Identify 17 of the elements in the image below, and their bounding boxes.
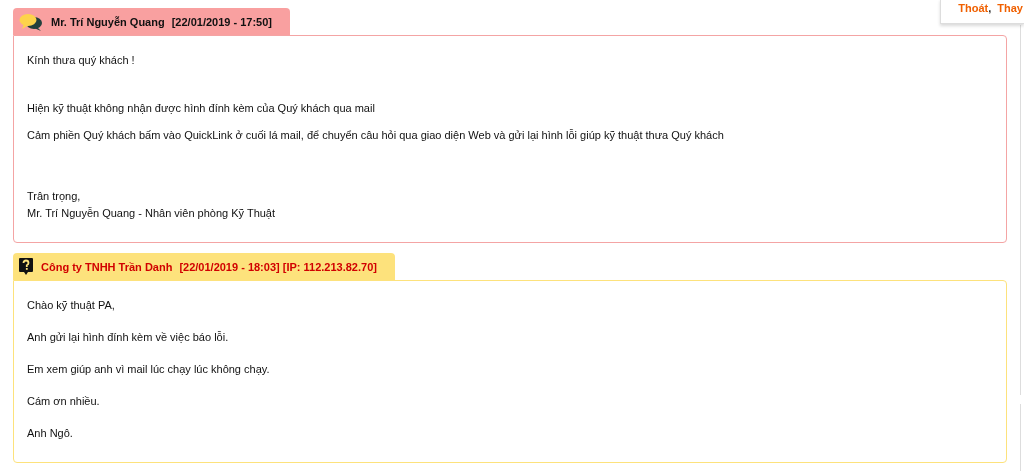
message-paragraph: Em xem giúp anh vì mail lúc chạy lúc không chạy. [27,362,271,377]
message-time: [22/01/2019 - 17:50] [171,15,272,28]
message-paragraph: Chào kỹ thuật PA, [27,298,116,313]
author-name: Công ty TNHH Trần Danh [41,260,173,273]
account-link[interactable]: Thay [997,2,1023,14]
question-icon [19,258,33,275]
separator: , [988,2,992,14]
message-paragraph: Trân trọng, Mr. Trí Nguyễn Quang - Nhân viên phòng Kỹ Thuật [27,189,277,221]
message-paragraph: Kính thưa quý khách ! [27,53,136,68]
message-paragraph: Anh Ngô. [27,426,74,441]
message-paragraph: Anh gửi lại hình đính kèm về việc báo lỗi. [27,330,230,345]
author-name: Mr. Trí Nguyễn Quang [51,15,165,28]
chat-bubbles-icon [19,12,43,31]
message-paragraph: Hiện kỹ thuật không nhận được hình đính kèm của Quý khách qua mail [27,101,376,116]
message-paragraph: Cám ơn nhiều. [27,394,101,409]
message-paragraph: Cảm phiền Quý khách bấm vào QuickLink ở cuối lá mail, để chuyển câu hỏi qua giao diện Web và gửi lại hình lỗi giúp kỹ thuật thưa Quý khách [27,128,725,143]
message-time: [22/01/2019 - 18:03] [IP: 112.213.82.70] [179,260,377,273]
